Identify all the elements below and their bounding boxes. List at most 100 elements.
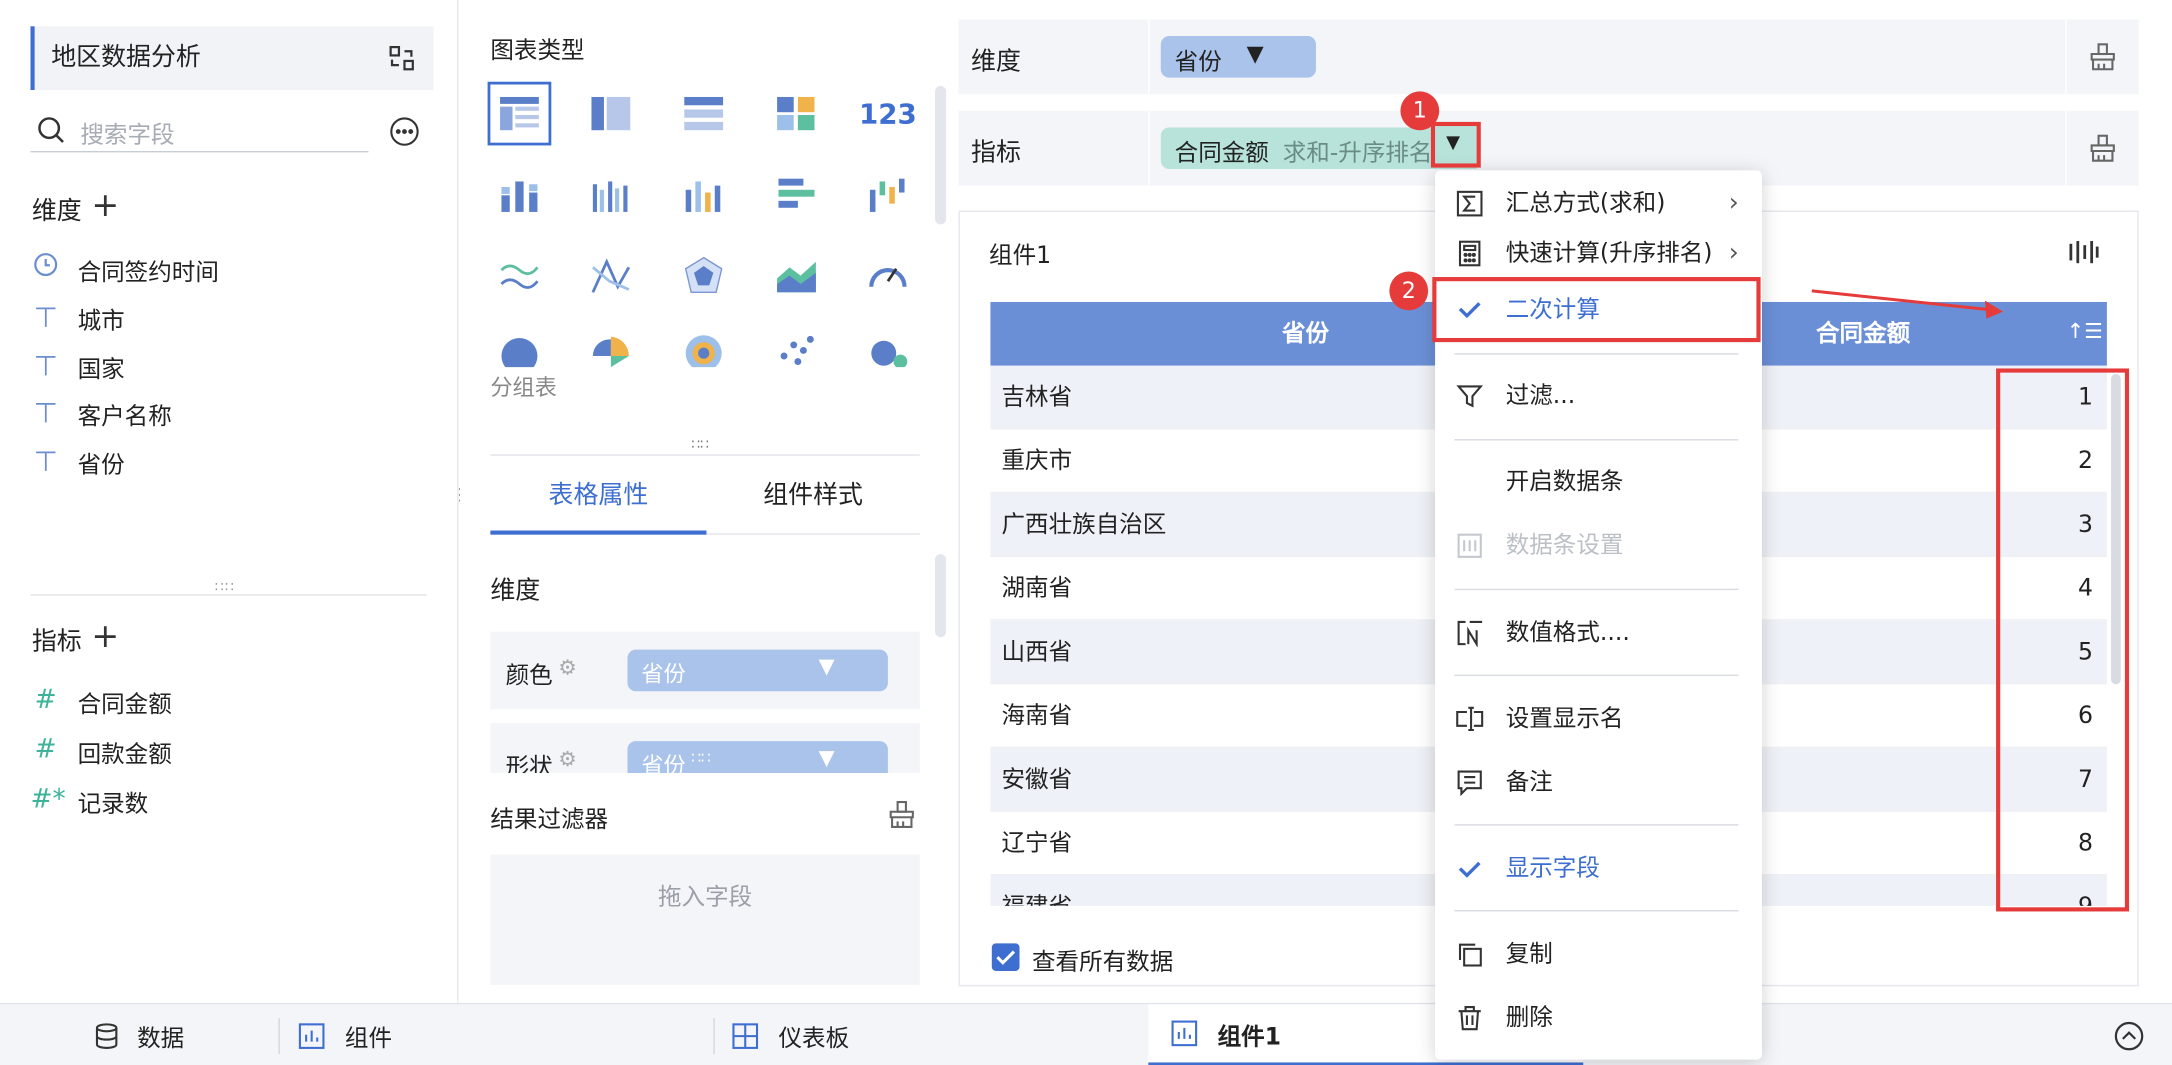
clear-brush-icon[interactable] xyxy=(2087,133,2117,163)
chart-type-waterfall-icon[interactable] xyxy=(856,163,920,227)
field-item-dimension[interactable]: ⊤ 客户名称 xyxy=(0,396,459,431)
drag-handle-icon[interactable]: ∷∷ xyxy=(691,749,710,767)
clear-brush-icon[interactable] xyxy=(2087,42,2117,72)
chevron-right-icon: › xyxy=(1728,238,1739,268)
chart-type-detail-table-icon[interactable] xyxy=(579,82,643,146)
menu-item-enable-databar[interactable]: 开启数据条 xyxy=(1435,454,1762,509)
menu-item-show-field[interactable]: 显示字段 xyxy=(1435,841,1762,896)
chart-type-bubble-icon[interactable] xyxy=(856,321,920,371)
field-item-dimension[interactable]: 合同签约时间 xyxy=(0,252,459,287)
dashboard-icon xyxy=(731,1022,759,1050)
resize-handle-icon[interactable]: ∷∷ xyxy=(215,580,235,595)
color-province-chip[interactable]: 省份 ▼ xyxy=(627,649,888,692)
collapse-up-icon[interactable] xyxy=(2114,1021,2144,1051)
bottom-tab-bar: 数据 组件 仪表板 组件1 xyxy=(0,1002,2172,1065)
menu-item-copy[interactable]: 复制 xyxy=(1435,927,1762,982)
color-property-row: 颜色 ⚙ 省份 ▼ xyxy=(490,631,920,710)
menu-item-databar-settings: 数据条设置 xyxy=(1435,518,1762,573)
metric-header: 指标 xyxy=(31,627,82,657)
chart-type-grouped-table-icon[interactable] xyxy=(487,81,552,146)
bar-chart-icon xyxy=(1170,1020,1198,1048)
property-scrollbar[interactable] xyxy=(935,554,947,638)
chart-type-stacked-bar-icon[interactable] xyxy=(488,163,552,227)
chart-type-scrollbar[interactable] xyxy=(935,85,947,225)
chart-type-radar-icon[interactable] xyxy=(672,244,736,308)
menu-item-display-name[interactable]: 设置显示名 xyxy=(1435,691,1762,746)
splitter-handle-icon[interactable]: ∷∷ xyxy=(691,438,709,453)
chart-type-grouped-bar-icon[interactable] xyxy=(579,163,643,227)
number-format-icon xyxy=(1454,618,1484,648)
text-type-icon: ⊤ xyxy=(33,444,58,478)
chart-type-scatter-icon[interactable] xyxy=(765,321,829,371)
chart-type-cross-table-icon[interactable] xyxy=(672,82,736,146)
view-all-data-checkbox[interactable] xyxy=(991,943,1020,972)
copy-icon xyxy=(1454,939,1484,969)
sort-ascending-icon[interactable]: ↑☰ xyxy=(2067,319,2103,344)
more-options-icon[interactable] xyxy=(389,116,419,146)
dimension-chip-province[interactable]: 省份 ▼ xyxy=(1160,36,1316,78)
chart-type-rose-icon[interactable] xyxy=(579,321,643,371)
search-field[interactable]: 搜索字段 xyxy=(30,111,369,153)
chart-type-area-icon[interactable] xyxy=(765,244,829,308)
search-icon xyxy=(36,115,66,145)
menu-item-aggregation[interactable]: 汇总方式(求和) › xyxy=(1435,176,1762,231)
field-item-metric[interactable]: # 回款金额 xyxy=(0,734,459,769)
chart-type-gauge-icon[interactable] xyxy=(856,244,920,308)
filter-icon[interactable]: ▼ xyxy=(1247,40,1264,66)
chart-settings-icon[interactable] xyxy=(2067,238,2100,266)
filter-icon[interactable]: ▼ xyxy=(819,654,835,679)
rename-icon xyxy=(1454,704,1484,734)
chart-type-column-icon[interactable] xyxy=(672,163,736,227)
settings-gear-icon[interactable]: ⚙ xyxy=(558,655,577,680)
text-type-icon: ⊤ xyxy=(33,349,58,383)
switch-dataset-icon[interactable] xyxy=(388,44,416,72)
search-placeholder: 搜索字段 xyxy=(80,121,175,150)
tab-table-properties[interactable]: 表格属性 xyxy=(490,465,707,535)
field-item-dimension[interactable]: ⊤ 省份 xyxy=(0,444,459,480)
filter-icon[interactable]: ▼ xyxy=(819,745,835,770)
chart-type-pie-icon[interactable] xyxy=(488,321,552,371)
result-filter-dropzone[interactable]: 拖入字段 xyxy=(490,854,920,985)
clear-brush-icon[interactable] xyxy=(887,799,917,829)
bar-chart-icon xyxy=(298,1022,326,1050)
chart-type-kpi-icon[interactable] xyxy=(765,82,829,146)
field-item-metric[interactable]: # 合同金额 xyxy=(0,684,459,719)
metric-chip-contract-amount[interactable]: 合同金额 求和-升序排名 xyxy=(1160,127,1477,169)
result-filter-label: 结果过滤器 xyxy=(490,806,609,834)
chart-type-title: 图表类型 xyxy=(490,37,585,66)
text-type-icon: ⊤ xyxy=(33,300,58,334)
chart-type-polyline-icon[interactable] xyxy=(579,244,643,308)
tab-data[interactable]: 数据 xyxy=(0,1004,277,1065)
menu-item-quick-calc[interactable]: 快速计算(升序排名) › xyxy=(1435,226,1762,281)
step-badge-2: 2 xyxy=(1389,271,1429,311)
field-item-metric[interactable]: #* 记录数 xyxy=(0,784,459,819)
database-icon xyxy=(93,1022,121,1050)
trash-icon xyxy=(1454,1003,1484,1033)
drop-field-hint: 拖入字段 xyxy=(657,883,753,912)
chart-type-horizontal-bar-icon[interactable] xyxy=(765,163,829,227)
chart-type-sunburst-icon[interactable] xyxy=(672,321,736,371)
chart-type-tooltip: 分组表 xyxy=(490,374,557,401)
highlight-secondary-calc-box xyxy=(1432,277,1761,343)
calculator-icon xyxy=(1454,238,1484,268)
hash-icon: # xyxy=(34,684,57,715)
tab-component[interactable]: 组件 xyxy=(298,1004,714,1065)
tab-component-style[interactable]: 组件样式 xyxy=(706,465,920,535)
menu-item-comment[interactable]: 备注 xyxy=(1435,755,1762,810)
chart-type-line-icon[interactable] xyxy=(488,244,552,308)
add-dimension-icon[interactable]: + xyxy=(91,186,119,225)
menu-item-number-format[interactable]: 数值格式.... xyxy=(1435,605,1762,660)
shape-province-chip[interactable]: 省份 ∷∷ ▼ xyxy=(627,741,888,773)
shape-label: 形状 xyxy=(505,753,553,773)
chart-type-number-icon[interactable]: 123 xyxy=(856,82,920,146)
filter-icon xyxy=(1454,381,1484,411)
dimension-row-label: 维度 xyxy=(971,47,1021,77)
tab-dashboard[interactable]: 仪表板 xyxy=(731,1004,1147,1065)
add-metric-icon[interactable]: + xyxy=(91,616,119,655)
field-item-dimension[interactable]: ⊤ 国家 xyxy=(0,349,459,384)
menu-item-delete[interactable]: 删除 xyxy=(1435,990,1762,1045)
sigma-icon xyxy=(1454,188,1484,218)
settings-gear-icon[interactable]: ⚙ xyxy=(558,747,577,772)
field-item-dimension[interactable]: ⊤ 城市 xyxy=(0,300,459,336)
menu-item-filter[interactable]: 过滤... xyxy=(1435,368,1762,423)
